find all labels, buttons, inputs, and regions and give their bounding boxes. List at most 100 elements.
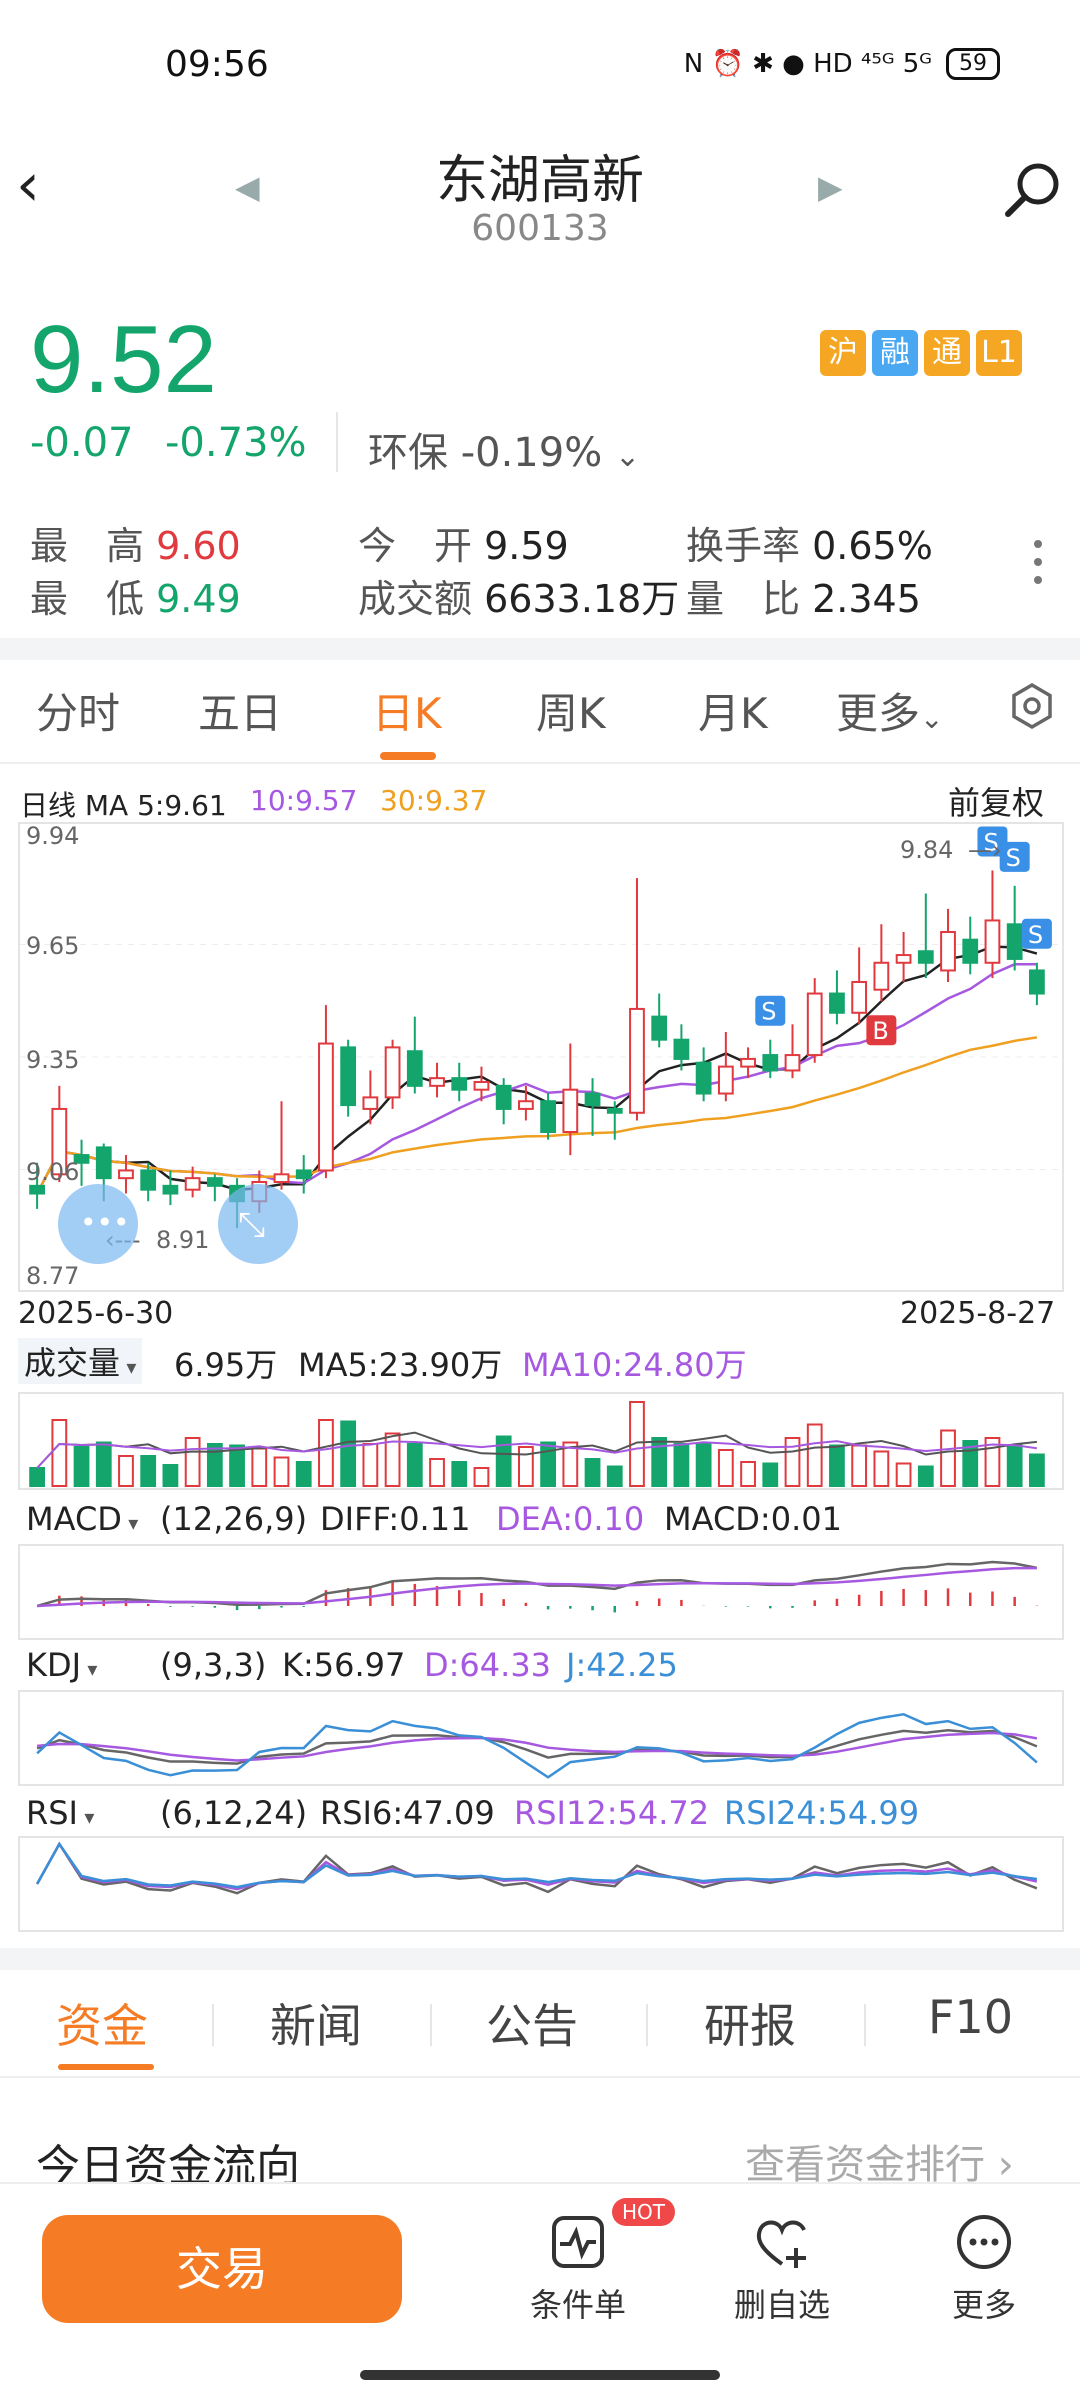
- volume-bar-17: [406, 1443, 423, 1487]
- end-date: 2025-8-27: [900, 1296, 1056, 1331]
- volume-bar-8: [206, 1443, 223, 1487]
- kdj-params: (9,3,3): [160, 1646, 267, 1684]
- adjust-mode[interactable]: 前复权: [948, 778, 1044, 824]
- candle-22: [518, 1100, 534, 1110]
- candle-17: [406, 1050, 423, 1087]
- kdj-j: J:42.25: [566, 1646, 678, 1684]
- volume-bar-44: [1006, 1444, 1023, 1487]
- tab-five-day[interactable]: 五日: [198, 680, 282, 741]
- min-price-label: 8.91: [156, 1226, 209, 1254]
- candle-36: [829, 992, 845, 1014]
- candle-21: [495, 1084, 512, 1110]
- trade-marker-label-4: B: [872, 1017, 888, 1045]
- macd-selector[interactable]: MACD ▾: [26, 1500, 138, 1538]
- sector-selector[interactable]: 环保 -0.19% ⌄: [368, 420, 640, 478]
- candle-33: [762, 1054, 779, 1072]
- condition-order-button[interactable]: 条件单: [508, 2212, 648, 2326]
- volume-value: 6.95万: [174, 1346, 278, 1384]
- volume-bar-32: [740, 1461, 756, 1487]
- active-tab-indicator: [380, 752, 436, 760]
- candle-3: [95, 1146, 112, 1180]
- tab-daily-k[interactable]: 日K: [372, 680, 442, 741]
- candle-0: [29, 1184, 45, 1195]
- candle-44: [1006, 923, 1023, 960]
- tab-research[interactable]: 研报: [704, 1990, 796, 2056]
- ma5-legend: 日线 MA 5:9.61: [20, 789, 227, 822]
- start-date: 2025-6-30: [18, 1296, 174, 1331]
- divider: [646, 2004, 648, 2046]
- kdj-chart: [18, 1690, 1064, 1786]
- heart-plus-icon: [756, 2220, 806, 2268]
- kdj-k: K:56.97: [282, 1646, 406, 1684]
- high-value: 9.60: [156, 524, 241, 568]
- caret-down-icon: ▾: [81, 1657, 98, 1681]
- more-vertical-icon[interactable]: [1034, 540, 1044, 594]
- volume-bar-41: [940, 1429, 956, 1487]
- rsi24: RSI24:54.99: [724, 1794, 920, 1832]
- rsi6: RSI6:47.09: [320, 1794, 495, 1832]
- candle-7: [184, 1177, 201, 1191]
- candle-23: [540, 1100, 556, 1134]
- volume-bar-38: [873, 1450, 890, 1487]
- tab-intraday[interactable]: 分时: [36, 680, 120, 741]
- status-time: 09:56: [165, 44, 269, 85]
- volume-bar-6: [162, 1464, 179, 1487]
- remove-watchlist-button[interactable]: 删自选: [712, 2212, 852, 2326]
- volume-ma10: MA10:24.80万: [522, 1346, 747, 1384]
- more-button[interactable]: 更多: [914, 2212, 1054, 2326]
- volume-bar-14: [340, 1420, 357, 1487]
- candle-30: [695, 1061, 712, 1095]
- status-bar: 09:56 N ⏰ ✱ ● HD ⁴⁵ᴳ 5ᴳ 59: [0, 0, 1080, 120]
- candle-25: [584, 1092, 601, 1107]
- candle-8: [206, 1177, 223, 1187]
- current-price: 9.52: [30, 306, 217, 413]
- kdj-svg: [36, 1712, 1038, 1779]
- volume-chart: [18, 1392, 1064, 1490]
- candle-5: [140, 1169, 157, 1191]
- kdj-selector[interactable]: KDJ ▾: [26, 1646, 97, 1684]
- ma30-line: [36, 1036, 1038, 1195]
- tab-monthly-k[interactable]: 月K: [698, 680, 768, 741]
- candle-40: [917, 950, 934, 964]
- trade-marker-label-2: S: [1006, 844, 1021, 872]
- volume-bar-39: [895, 1462, 912, 1487]
- more-label: 更多: [951, 2286, 1016, 2324]
- tab-announcements[interactable]: 公告: [486, 1990, 578, 2056]
- tab-funds[interactable]: 资金: [56, 1990, 148, 2056]
- stat-open: 今 开 9.59: [358, 524, 569, 568]
- tab-f10[interactable]: F10: [928, 1990, 1013, 2044]
- vol-ratio-value: 2.345: [812, 577, 921, 621]
- macd-dea: DEA:0.10: [496, 1500, 645, 1538]
- stat-high: 最 高 9.60: [30, 524, 241, 568]
- system-icons: N ⏰ ✱ ● HD ⁴⁵ᴳ 5ᴳ: [683, 49, 932, 79]
- remove-watchlist-label: 删自选: [733, 2286, 830, 2324]
- tab-news[interactable]: 新闻: [270, 1990, 362, 2056]
- volume-selector[interactable]: 成交量 ▾: [18, 1338, 143, 1384]
- kdj-k-line: [36, 1728, 1038, 1765]
- candle-34: [784, 1054, 801, 1072]
- search-icon[interactable]: [1000, 160, 1064, 228]
- trade-button[interactable]: 交易: [42, 2215, 402, 2323]
- kline-chart[interactable]: SSSSB 9.94 9.65 9.35 9.06 8.77 9.84 —› ‹…: [18, 822, 1064, 1292]
- volume-bar-11: [273, 1456, 290, 1487]
- ma30-legend: 30:9.37: [380, 784, 488, 817]
- caret-down-icon: ▾: [77, 1805, 95, 1829]
- macd-value: MACD:0.01: [664, 1500, 842, 1538]
- volume-bar-0: [29, 1467, 45, 1487]
- candle-13: [318, 1042, 334, 1172]
- macd-diff: DIFF:0.11: [320, 1500, 471, 1538]
- volume-bar-2: [73, 1446, 90, 1487]
- rsi-selector[interactable]: RSI ▾: [26, 1794, 94, 1832]
- caret-down-icon: ▾: [120, 1355, 137, 1379]
- candle-42: [962, 938, 979, 964]
- price-change: -0.07: [30, 420, 134, 466]
- candle-37: [851, 981, 868, 1014]
- candle-31: [717, 1065, 734, 1095]
- expand-icon: ⤡: [238, 1205, 265, 1245]
- candle-14: [340, 1046, 357, 1107]
- chart-settings-icon[interactable]: [1008, 682, 1056, 734]
- y-tick-5: 8.77: [26, 1262, 79, 1290]
- tab-weekly-k[interactable]: 周K: [536, 680, 606, 741]
- rsi-svg: [36, 1841, 1038, 1895]
- tab-more[interactable]: 更多⌄: [836, 680, 943, 741]
